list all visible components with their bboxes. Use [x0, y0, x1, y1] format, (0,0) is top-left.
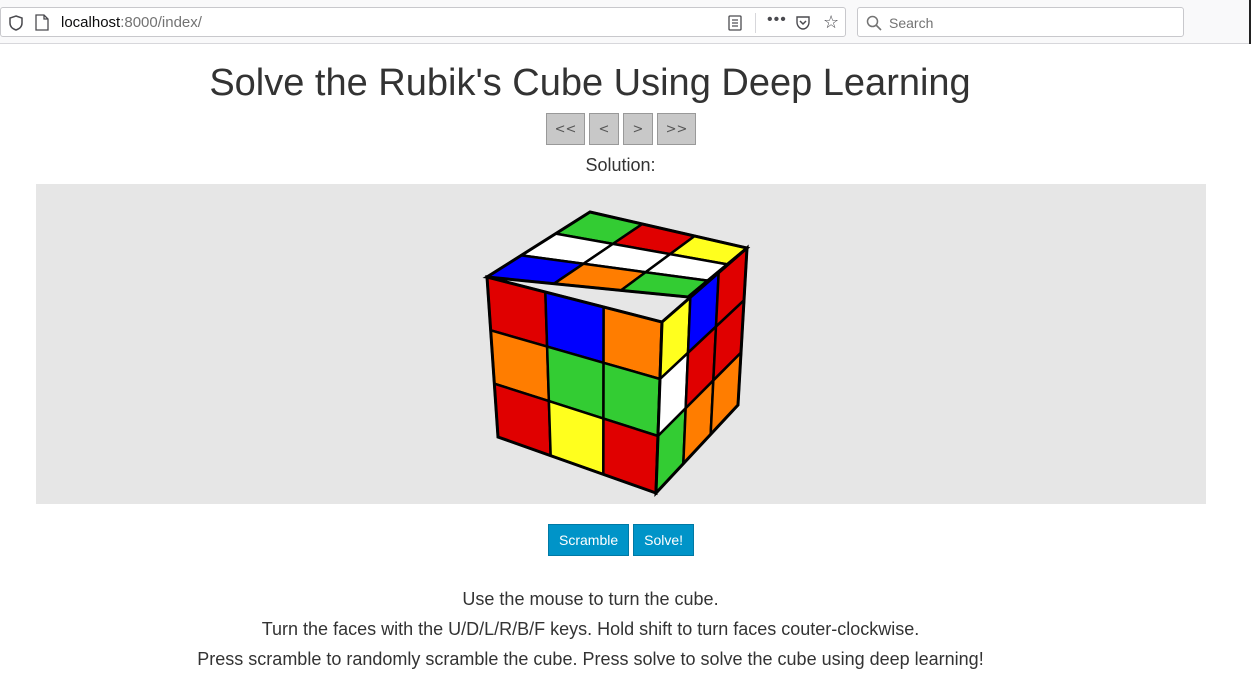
instructions: Use the mouse to turn the cube. Turn the…	[0, 584, 1181, 674]
reader-view-icon[interactable]	[727, 15, 743, 31]
pocket-icon[interactable]	[795, 15, 811, 31]
instruction-line-mouse: Use the mouse to turn the cube.	[462, 589, 719, 609]
cube-front-face[interactable]	[485, 275, 664, 496]
solution-label: Solution:	[585, 155, 656, 175]
shield-icon[interactable]	[9, 15, 23, 31]
action-buttons: Scramble Solve!	[548, 524, 695, 556]
scramble-button[interactable]: Scramble	[548, 524, 630, 556]
cube-canvas[interactable]	[36, 184, 1206, 504]
rubiks-cube[interactable]	[36, 184, 1206, 504]
browser-toolbar: localhost:8000/index/ ••• ☆ Search	[0, 0, 1251, 44]
bookmark-star-icon[interactable]: ☆	[823, 12, 839, 33]
url-bar[interactable]: localhost:8000/index/ ••• ☆	[0, 7, 846, 37]
instruction-line-buttons: Press scramble to randomly scramble the …	[197, 649, 984, 669]
instruction-line-keys: Turn the faces with the U/D/L/R/B/F keys…	[261, 619, 920, 639]
search-placeholder: Search	[889, 15, 934, 31]
page-title: Solve the Rubik's Cube Using Deep Learni…	[209, 62, 971, 104]
search-icon	[866, 15, 882, 31]
solve-button[interactable]: Solve!	[633, 524, 695, 556]
first-step-button[interactable]: <<	[546, 113, 585, 145]
url-host: localhost	[61, 14, 121, 31]
url-path: :8000/index/	[120, 14, 202, 31]
url-text[interactable]: localhost:8000/index/	[61, 14, 202, 31]
previous-step-button[interactable]: <	[589, 113, 619, 145]
last-step-button[interactable]: >>	[657, 113, 696, 145]
solution-navigation: << < > >>	[546, 113, 696, 145]
page-icon	[35, 14, 49, 31]
next-step-button[interactable]: >	[623, 113, 653, 145]
url-bar-separator	[755, 13, 756, 33]
page-actions-menu-icon[interactable]: •••	[767, 11, 787, 29]
search-bar[interactable]: Search	[857, 7, 1184, 37]
